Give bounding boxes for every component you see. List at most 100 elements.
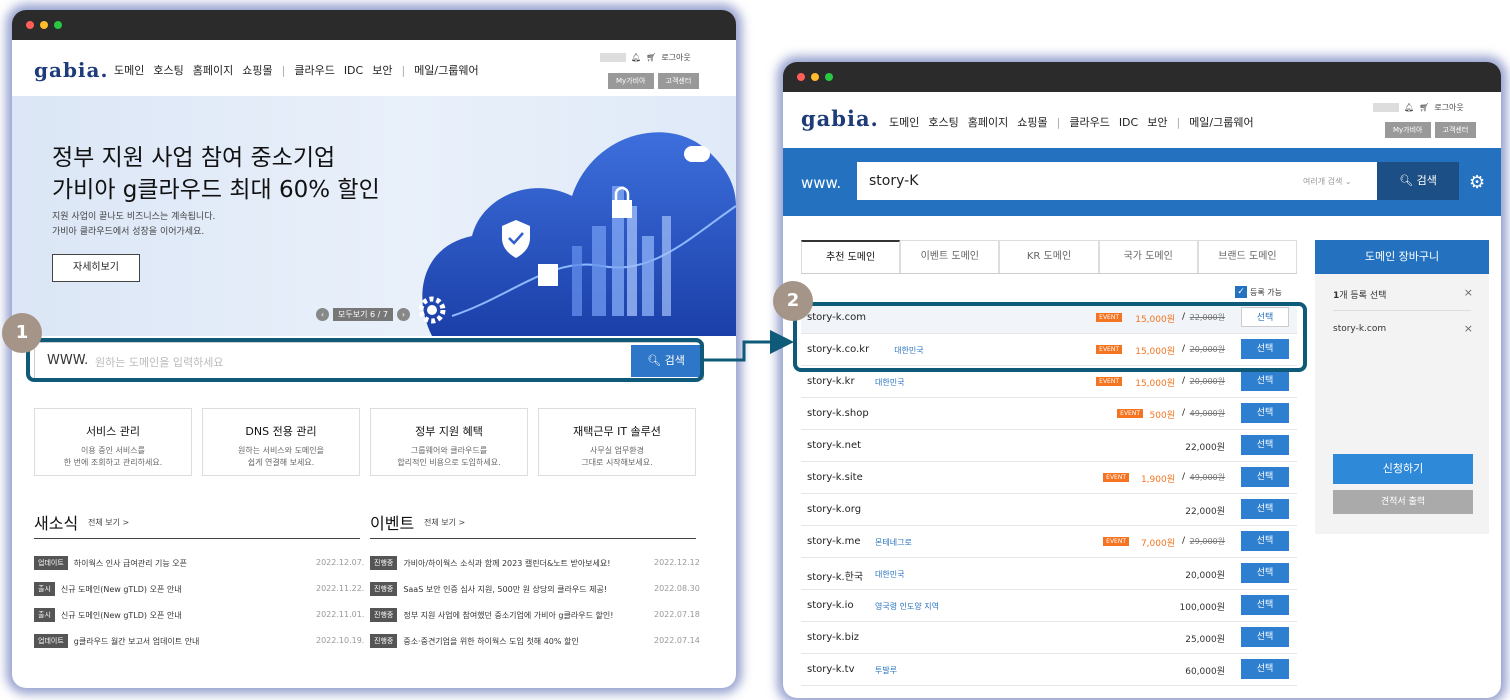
select-domain-button[interactable]: 선택 — [1241, 435, 1289, 455]
domain-row[interactable]: story-k.한국 대한민국 20,000원 선택 — [801, 558, 1297, 590]
nav-shopping[interactable]: 쇼핑몰 — [1017, 114, 1047, 130]
user-buttons: My가비아 고객센터 — [608, 73, 700, 89]
banner-sub-line2: 가비아 클라우드에서 성장을 이어가세요. — [52, 227, 205, 237]
nav-cloud[interactable]: 클라우드 — [1069, 114, 1109, 130]
cart-icon[interactable]: 🛒︎ — [646, 53, 656, 62]
nav-mail[interactable]: 메일/그룹웨어 — [1189, 114, 1253, 130]
select-domain-button[interactable]: 선택 — [1241, 659, 1289, 679]
card-service-manage[interactable]: 서비스 관리 이용 중인 서비스를 한 번에 조회하고 관리하세요. — [34, 408, 192, 476]
event-item[interactable]: 진행중 SaaS 보안 인증 심사 지원, 500만 원 상당의 클라우드 제공! — [370, 582, 607, 596]
select-domain-button[interactable]: 선택 — [1241, 563, 1289, 583]
news-item[interactable]: 출시 신규 도메인(New gTLD) 오픈 안내 — [34, 582, 182, 596]
multi-search-dropdown[interactable]: 여러개 검색 ⌄ — [1303, 176, 1352, 187]
domain-row[interactable]: story-k.me 몬테네그로 29,000원 / 7,000원 EVENT 선택 — [801, 526, 1297, 558]
nav-cloud[interactable]: 클라우드 — [294, 62, 334, 78]
gabia-logo[interactable]: gabia. — [801, 106, 879, 131]
search-prefix: www. — [801, 174, 842, 192]
events-more-link[interactable]: 전체 보기 > — [424, 517, 465, 528]
tab-kr[interactable]: KR 도메인 — [999, 240, 1099, 273]
card-title: 서비스 관리 — [85, 425, 141, 438]
user-buttons: My가비아 고객센터 — [1385, 122, 1477, 138]
gabia-logo[interactable]: gabia. — [34, 58, 108, 82]
event-item[interactable]: 진행중 가비아/하이웍스 소식과 함께 2023 캘린더&노트 받아보세요! — [370, 556, 610, 570]
search-button[interactable]: 🔍︎ 검색 — [1377, 162, 1459, 200]
nav-shopping[interactable]: 쇼핑몰 — [242, 62, 272, 78]
maximize-window-icon[interactable] — [825, 73, 833, 81]
gear-icon[interactable]: ⚙ — [1469, 172, 1485, 193]
close-window-icon[interactable] — [26, 21, 34, 29]
event-text: 중소·중견기업을 위한 하이웍스 도입 첫해 40% 할인 — [403, 636, 579, 646]
logout-link[interactable]: 로그아웃 — [1434, 102, 1463, 113]
select-domain-button[interactable]: 선택 — [1241, 627, 1289, 647]
remove-item-icon[interactable]: × — [1464, 322, 1473, 335]
nav-divider: | — [401, 63, 406, 77]
nav-homepage[interactable]: 홈페이지 — [193, 62, 233, 78]
domain-name: story-k.io — [807, 600, 854, 611]
news-more-link[interactable]: 전체 보기 > — [88, 517, 129, 528]
banner-detail-button[interactable]: 자세히보기 — [52, 254, 140, 282]
bell-icon[interactable]: 🔔︎ — [631, 53, 641, 62]
domain-row[interactable]: story-k.site 49,000원 / 1,900원 EVENT 선택 — [801, 462, 1297, 494]
logout-link[interactable]: 로그아웃 — [661, 52, 690, 63]
select-domain-button[interactable]: 선택 — [1241, 595, 1289, 615]
minimize-window-icon[interactable] — [40, 21, 48, 29]
select-domain-button[interactable]: 선택 — [1241, 403, 1289, 423]
select-domain-button[interactable]: 선택 — [1241, 371, 1289, 391]
tab-country[interactable]: 국가 도메인 — [1098, 240, 1198, 273]
tab-recommended[interactable]: 추천 도메인 — [801, 240, 901, 273]
nav-homepage[interactable]: 홈페이지 — [968, 114, 1008, 130]
minimize-window-icon[interactable] — [811, 73, 819, 81]
card-gov-support[interactable]: 정부 지원 혜택 그룹웨어와 클라우드를 합리적인 비용으로 도입하세요. — [370, 408, 528, 476]
cart-icon[interactable]: 🛒︎ — [1419, 103, 1429, 112]
card-remote-work[interactable]: 재택근무 IT 솔루션 사무실 업무환경 그대로 시작해보세요. — [538, 408, 696, 476]
banner-next-icon[interactable]: › — [396, 308, 410, 321]
event-item[interactable]: 진행중 중소·중견기업을 위한 하이웍스 도입 첫해 40% 할인 — [370, 634, 579, 648]
nav-idc[interactable]: IDC — [344, 64, 363, 77]
clear-cart-icon[interactable]: × — [1464, 286, 1473, 299]
apply-button[interactable]: 신청하기 — [1333, 454, 1473, 484]
news-item[interactable]: 업데이트 g클라우드 월간 보고서 업데이트 안내 — [34, 634, 199, 648]
domain-country: 대한민국 — [875, 378, 905, 387]
domain-row[interactable]: story-k.net 22,000원 선택 — [801, 430, 1297, 462]
nav-hosting[interactable]: 호스팅 — [928, 114, 958, 130]
close-window-icon[interactable] — [797, 73, 805, 81]
banner-pager-label[interactable]: 모두보기 6 / 7 — [333, 308, 393, 321]
nav-security[interactable]: 보안 — [372, 62, 392, 78]
news-item[interactable]: 출시 신규 도메인(New gTLD) 오픈 안내 — [34, 608, 182, 622]
nav-idc[interactable]: IDC — [1119, 116, 1138, 129]
select-domain-button[interactable]: 선택 — [1241, 531, 1289, 551]
tab-event[interactable]: 이벤트 도메인 — [900, 240, 1000, 273]
nav-domain[interactable]: 도메인 — [889, 114, 919, 130]
news-item[interactable]: 업데이트 하이웍스 인사 급여관리 기능 오픈 — [34, 556, 187, 570]
support-button[interactable]: 고객센터 — [657, 73, 700, 89]
domain-row[interactable]: story-k.tv 투발루 60,000원 선택 — [801, 654, 1297, 686]
price-separator: / — [1181, 376, 1185, 386]
bell-icon[interactable]: 🔔︎ — [1404, 103, 1414, 112]
nav-domain[interactable]: 도메인 — [114, 62, 144, 78]
event-item[interactable]: 진행중 정부 지원 사업에 참여했던 중소기업에 가비아 g클라우드 할인! — [370, 608, 613, 622]
domain-name: story-k.shop — [807, 408, 869, 419]
select-domain-button[interactable]: 선택 — [1241, 467, 1289, 487]
domain-row[interactable]: story-k.org 22,000원 선택 — [801, 494, 1297, 526]
domain-row[interactable]: story-k.shop 49,000원 / 500원 EVENT 선택 — [801, 398, 1297, 430]
banner-prev-icon[interactable]: ‹ — [316, 308, 329, 321]
quote-print-button[interactable]: 견적서 출력 — [1333, 490, 1473, 514]
card-dns[interactable]: DNS 전용 관리 원하는 서비스와 도메인을 쉽게 연결해 보세요. — [202, 408, 360, 476]
domain-name: story-k.kr — [807, 376, 855, 387]
my-gabia-button[interactable]: My가비아 — [608, 73, 654, 89]
nav-security[interactable]: 보안 — [1147, 114, 1167, 130]
nav-mail[interactable]: 메일/그룹웨어 — [414, 62, 478, 78]
domain-search-input[interactable]: story-K 여러개 검색 ⌄ — [857, 162, 1377, 200]
select-domain-button[interactable]: 선택 — [1241, 499, 1289, 519]
banner-subtitle: 지원 사업이 끝나도 비즈니스는 계속됩니다. 가비아 클라우드에서 성장을 이… — [52, 210, 215, 240]
domain-row[interactable]: story-k.biz 25,000원 선택 — [801, 622, 1297, 654]
nav-hosting[interactable]: 호스팅 — [153, 62, 183, 78]
my-gabia-button[interactable]: My가비아 — [1385, 122, 1431, 138]
checkbox-checked-icon[interactable]: ✓ — [1235, 286, 1247, 298]
domain-row[interactable]: story-k.io 영국령 인도양 지역 100,000원 선택 — [801, 590, 1297, 622]
support-button[interactable]: 고객센터 — [1434, 122, 1477, 138]
browser-window-results: gabia. 도메인 호스팅 홈페이지 쇼핑몰 | 클라우드 IDC 보안 | … — [783, 62, 1501, 698]
tab-brand[interactable]: 브랜드 도메인 — [1197, 240, 1298, 273]
maximize-window-icon[interactable] — [54, 21, 62, 29]
available-filter[interactable]: ✓ 등록 가능 — [1235, 286, 1282, 298]
